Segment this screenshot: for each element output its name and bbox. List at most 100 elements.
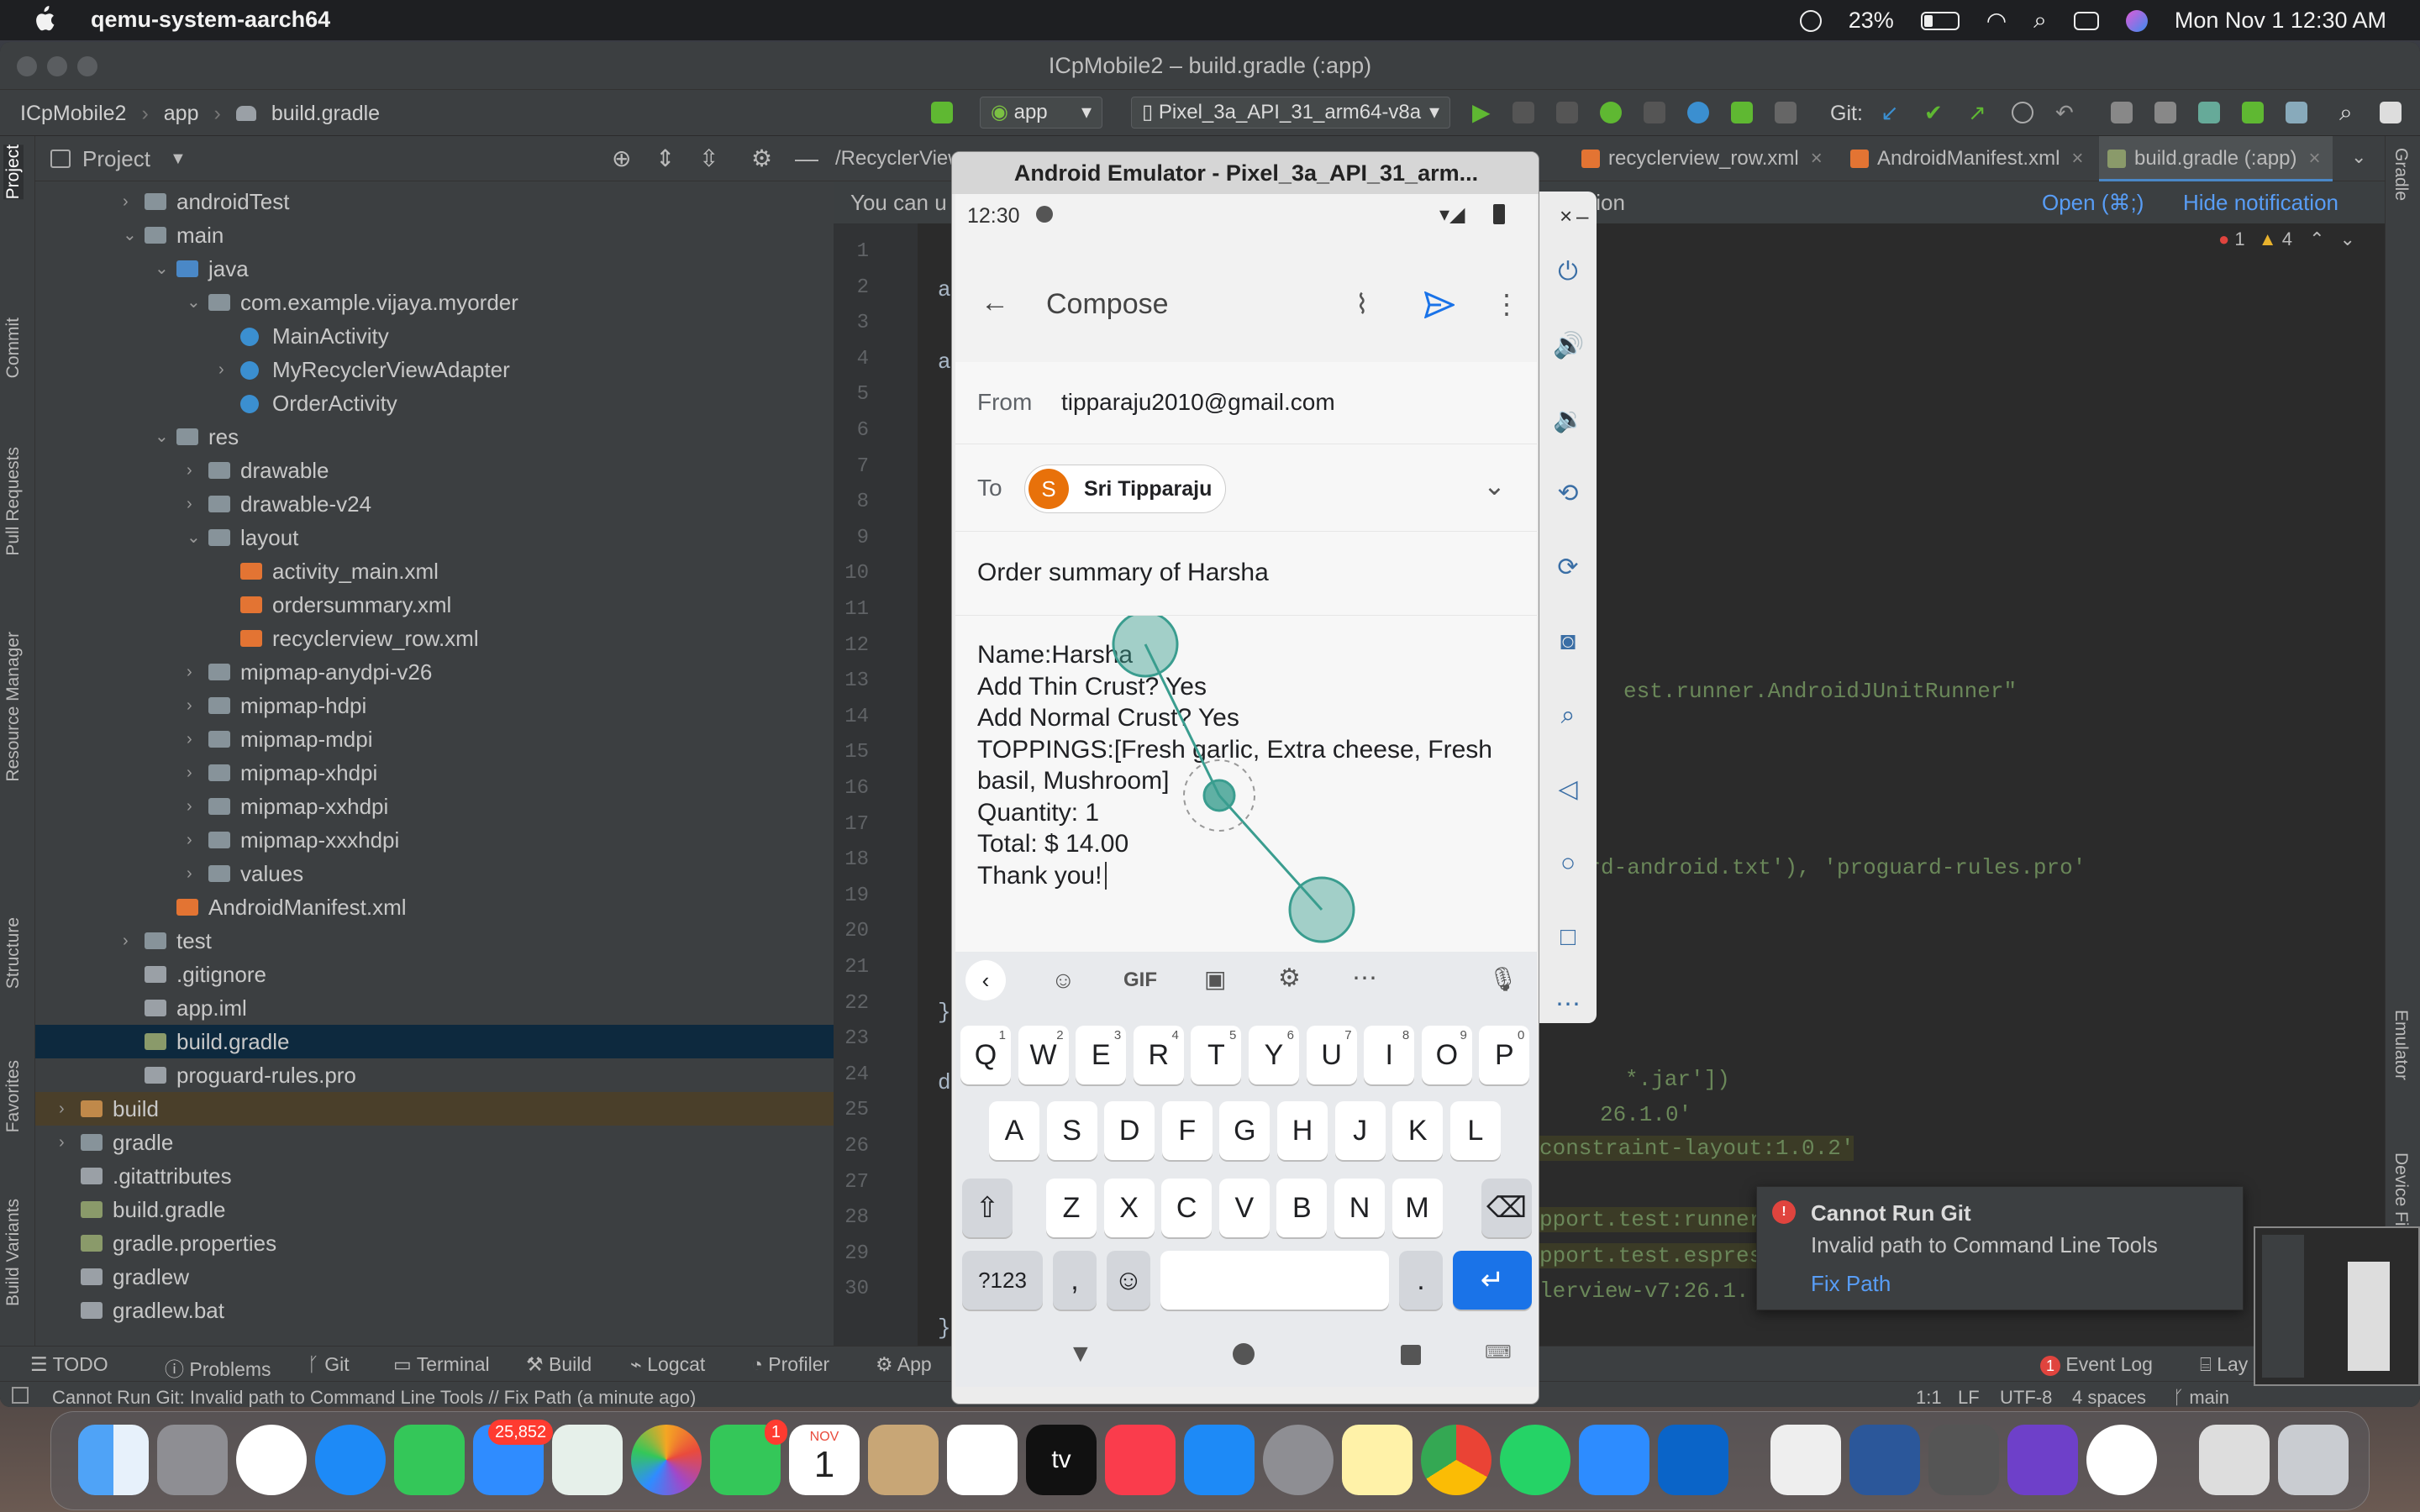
device-select[interactable]: ▯ Pixel_3a_API_31_arm64-v8a ▾	[1131, 97, 1450, 129]
project-view-selector[interactable]: Project	[82, 136, 150, 181]
tab-recyclerview-row-xml[interactable]: recyclerview_row.xml ×	[1573, 136, 1825, 181]
locate-file-icon[interactable]: ⊕	[612, 136, 631, 181]
trash-icon[interactable]	[2278, 1425, 2349, 1495]
rotate-left-icon[interactable]: ⟲	[1553, 479, 1583, 509]
git-branch[interactable]: ᚴ main	[2173, 1387, 2229, 1407]
now-playing-icon[interactable]	[1799, 9, 1822, 32]
key[interactable]: Y6	[1249, 1026, 1299, 1084]
volume-up-icon[interactable]: 🔊	[1553, 331, 1584, 361]
tool-window-logcat[interactable]: ⌁ Logcat	[630, 1353, 705, 1376]
run-icon[interactable]: ▶	[1472, 101, 1494, 124]
nav-recents-icon[interactable]	[1401, 1345, 1421, 1365]
nav-back-icon[interactable]: ▼	[1068, 1340, 1093, 1368]
facetime-icon[interactable]: 1	[710, 1420, 787, 1495]
chevron-down-icon[interactable]: ⌄	[155, 420, 169, 454]
key[interactable]: R4	[1133, 1026, 1184, 1084]
git-rollback-icon[interactable]: ↶	[2055, 102, 2077, 123]
rotate-right-icon[interactable]: ⟳	[1553, 553, 1583, 583]
sdk-manager-icon[interactable]	[2286, 102, 2307, 123]
sticker-icon[interactable]: ☺	[1051, 967, 1076, 994]
gear-icon[interactable]: ⚙	[751, 136, 772, 181]
tree-item[interactable]: ⌄ layout	[35, 521, 834, 554]
safari-icon[interactable]	[315, 1425, 386, 1495]
outlook-icon[interactable]	[1658, 1425, 1728, 1495]
tree-item[interactable]: gradlew	[35, 1260, 834, 1294]
messages-icon[interactable]	[394, 1425, 465, 1495]
key[interactable]: I8	[1364, 1026, 1415, 1084]
tool-tab-emulator[interactable]: Emulator	[2391, 1010, 2411, 1080]
key[interactable]: T5	[1191, 1026, 1242, 1084]
chevron-down-icon[interactable]: ⌄	[123, 218, 137, 252]
tool-window-problems[interactable]: ⓘ Problems	[165, 1353, 271, 1382]
line-separator[interactable]: LF	[1958, 1387, 1980, 1407]
volume-down-icon[interactable]: 🔉	[1553, 405, 1584, 435]
tool-window-build[interactable]: ⚒ Build	[526, 1353, 592, 1376]
hide-panel-icon[interactable]: —	[795, 136, 818, 181]
control-center-icon[interactable]	[2073, 11, 2099, 30]
key[interactable]: Z	[1046, 1179, 1097, 1237]
android-studio-alt-icon[interactable]	[2086, 1425, 2157, 1495]
calculator-icon[interactable]	[1928, 1425, 1999, 1495]
system-preferences-icon[interactable]	[1263, 1425, 1334, 1495]
chevron-right-icon[interactable]: ›	[123, 924, 129, 958]
spotlight-search-icon[interactable]: ⌕	[2033, 7, 2047, 34]
collapse-all-icon[interactable]: ⇳	[699, 136, 718, 181]
emulator-close-icon[interactable]: ×	[1560, 203, 1572, 229]
key[interactable]: O9	[1421, 1026, 1472, 1084]
music-icon[interactable]	[1105, 1425, 1176, 1495]
account-icon[interactable]	[2380, 102, 2402, 123]
recipient-chip[interactable]: S Sri Tipparaju	[1024, 465, 1226, 513]
maps-icon[interactable]	[552, 1425, 623, 1495]
breadcrumb-file[interactable]: build.gradle	[271, 102, 380, 126]
file-encoding[interactable]: UTF-8	[2000, 1387, 2052, 1407]
tool-window-todo[interactable]: ☰ TODO	[30, 1353, 108, 1376]
tree-item[interactable]: ⌄ main	[35, 218, 834, 252]
more-options-icon[interactable]: ⋯	[1352, 963, 1377, 993]
tree-item[interactable]: › drawable-v24	[35, 487, 834, 521]
tree-item[interactable]: gradlew.bat	[35, 1294, 834, 1327]
space-key[interactable]	[1160, 1251, 1389, 1310]
notification-open-link[interactable]: Open (⌘;)	[2042, 181, 2144, 223]
key[interactable]: P0	[1479, 1026, 1530, 1084]
home-circle-icon[interactable]: ○	[1553, 848, 1583, 879]
gear-icon[interactable]: ⚙	[1278, 963, 1301, 993]
shift-key[interactable]: ⇧	[962, 1179, 1013, 1237]
tree-item[interactable]: › mipmap-mdpi	[35, 722, 834, 756]
tool-tab-pull-requests[interactable]: Pull Requests	[3, 447, 24, 556]
project-structure-icon[interactable]	[2111, 102, 2133, 123]
key[interactable]: X	[1103, 1179, 1155, 1237]
back-arrow-icon[interactable]: ←	[981, 286, 1009, 319]
key[interactable]: G	[1219, 1101, 1270, 1160]
breadcrumb-project[interactable]: ICpMobile2	[20, 102, 126, 126]
key[interactable]: U7	[1306, 1026, 1357, 1084]
git-history-icon[interactable]	[2012, 102, 2033, 123]
comma-key[interactable]: ,	[1053, 1251, 1097, 1310]
window-close-button[interactable]	[17, 56, 37, 76]
overview-square-icon[interactable]: □	[1553, 922, 1583, 953]
tree-item[interactable]: › mipmap-xxhdpi	[35, 790, 834, 823]
downloads-stack-icon[interactable]	[2199, 1425, 2270, 1495]
tree-item[interactable]: ⌄ java	[35, 252, 834, 286]
tree-item[interactable]: › mipmap-xhdpi	[35, 756, 834, 790]
chevron-down-icon[interactable]: ⌄	[1483, 470, 1506, 501]
keyboard-switch-icon[interactable]: ⌨	[1485, 1341, 1512, 1363]
chevron-right-icon[interactable]: ›	[187, 689, 192, 722]
inspection-widget[interactable]: ● 1 ▲ 4 ⌃ ⌄	[2218, 228, 2355, 250]
tree-item[interactable]: › androidTest	[35, 185, 834, 218]
chevron-right-icon[interactable]: ›	[123, 185, 129, 218]
active-app-name[interactable]: qemu-system-aarch64	[91, 7, 330, 33]
key[interactable]: V	[1218, 1179, 1270, 1237]
key[interactable]: W2	[1018, 1026, 1069, 1084]
tool-window-app-inspection[interactable]: ⚙ App	[876, 1353, 932, 1376]
git-commit-icon[interactable]: ✔	[1924, 102, 1946, 123]
tree-item[interactable]: build.gradle	[35, 1193, 834, 1226]
tree-item[interactable]: › drawable	[35, 454, 834, 487]
mail-icon[interactable]: 25,852	[473, 1420, 554, 1495]
status-window-icon[interactable]	[12, 1387, 29, 1404]
to-row[interactable]: To S Sri Tipparaju ⌄	[955, 444, 1537, 532]
tree-item[interactable]: › build	[35, 1092, 834, 1126]
clipboard-icon[interactable]: ▣	[1204, 965, 1226, 993]
chevron-right-icon[interactable]: ›	[187, 857, 192, 890]
key[interactable]: F	[1161, 1101, 1213, 1160]
sync-gradle-icon[interactable]	[2198, 102, 2220, 123]
